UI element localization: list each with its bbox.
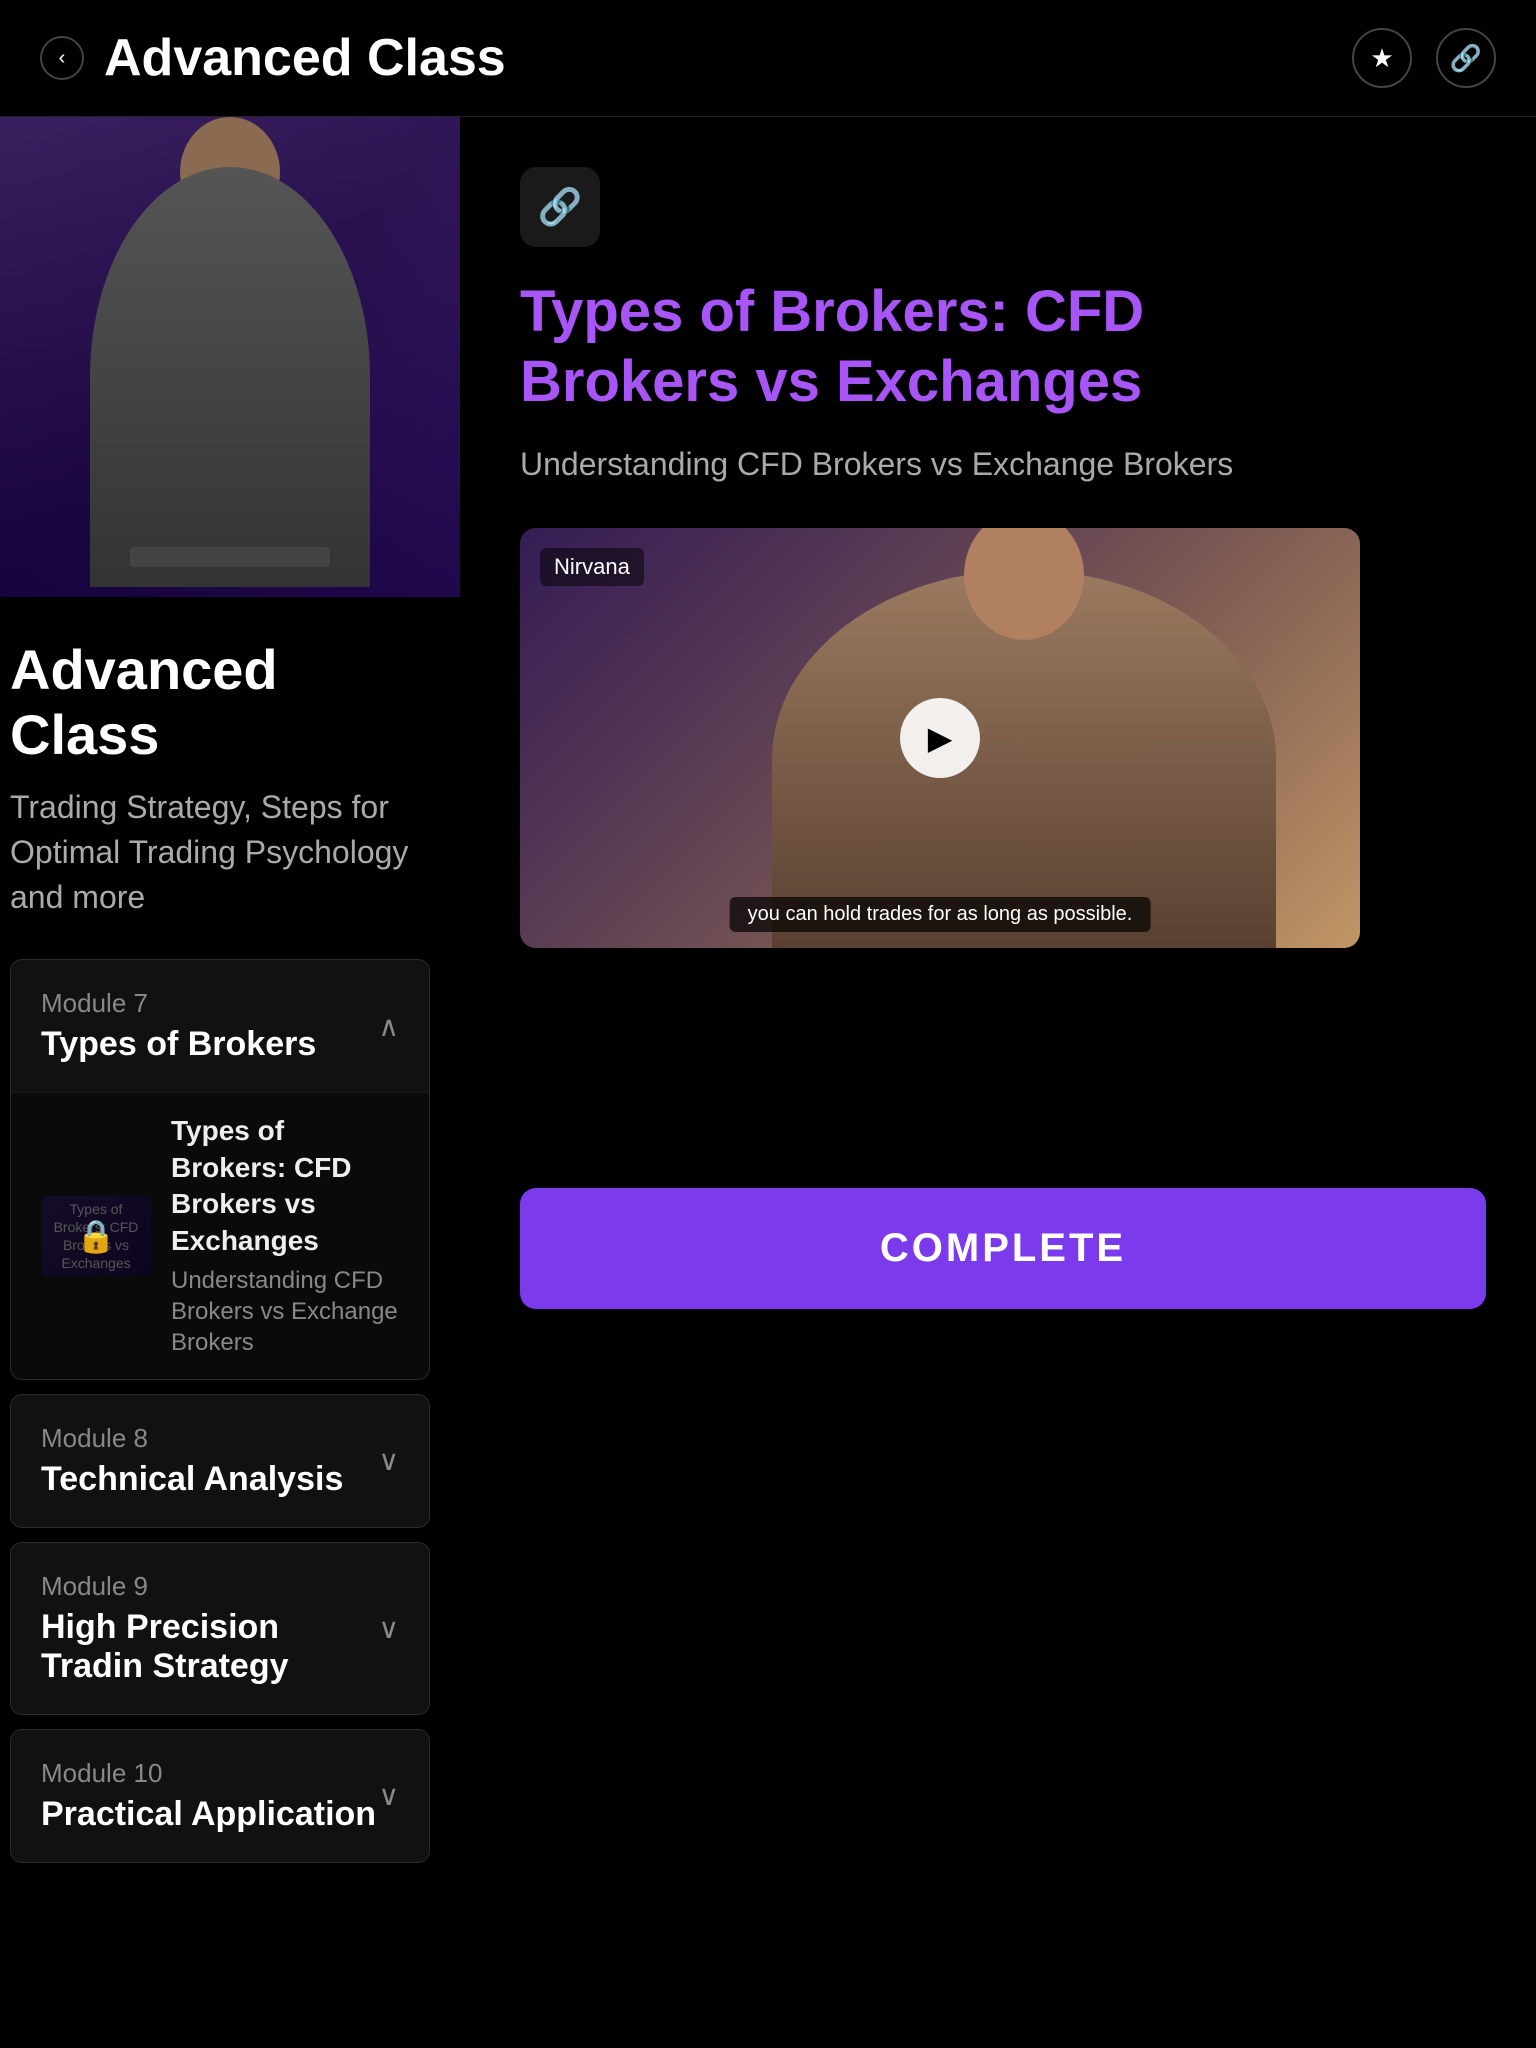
hero-person (0, 117, 460, 597)
play-icon: ▶ (928, 719, 953, 757)
back-button[interactable]: ‹ (40, 36, 84, 80)
star-icon: ★ (1370, 43, 1393, 74)
video-container[interactable]: Nirvana ▶ you can hold trades for as lon… (520, 528, 1360, 948)
video-caption: you can hold trades for as long as possi… (730, 897, 1151, 932)
module-7-number: Module 7 (41, 988, 316, 1019)
course-title: Advanced Class (10, 637, 430, 767)
module-10-number: Module 10 (41, 1758, 376, 1789)
module-7-name: Types of Brokers (41, 1025, 316, 1064)
module-8-number: Module 8 (41, 1423, 343, 1454)
lesson-main-title: Types of Brokers: CFD Brokers vs Exchang… (520, 277, 1486, 416)
video-thumbnail: Nirvana ▶ you can hold trades for as lon… (520, 528, 1360, 948)
module-9-header[interactable]: Module 9 High Precision Tradin Strategy … (11, 1543, 429, 1714)
module-10-name: Practical Application (41, 1795, 376, 1834)
module-8-name: Technical Analysis (41, 1460, 343, 1499)
module-7-content: Types of Brokers: CFD Brokers vs Exchang… (11, 1092, 429, 1378)
lesson-description: Understanding CFD Brokers vs Exchange Br… (171, 1265, 399, 1359)
complete-button-container: COMPLETE (520, 1188, 1486, 1309)
share-button[interactable]: 🔗 (1436, 28, 1496, 88)
main-layout: Advanced Class Trading Strategy, Steps f… (0, 117, 1536, 1907)
course-info: Advanced Class Trading Strategy, Steps f… (0, 597, 460, 1907)
course-subtitle: Trading Strategy, Steps for Optimal Trad… (10, 785, 430, 919)
lesson-info: Types of Brokers: CFD Brokers vs Exchang… (171, 1113, 399, 1358)
lock-overlay: 🔒 (41, 1196, 151, 1276)
module-9-name: High Precision Tradin Strategy (41, 1608, 379, 1686)
lesson-main-description: Understanding CFD Brokers vs Exchange Br… (520, 440, 1486, 488)
left-panel: Advanced Class Trading Strategy, Steps f… (0, 117, 460, 1907)
title-text-1: Types of Brokers: CFD (520, 279, 1144, 344)
chevron-down-icon-8: ∨ (379, 1444, 400, 1477)
module-item-9: Module 9 High Precision Tradin Strategy … (10, 1542, 430, 1715)
laptop-hint (130, 547, 330, 567)
lock-icon: 🔒 (76, 1217, 116, 1255)
star-button[interactable]: ★ (1352, 28, 1412, 88)
lesson-thumbnail: Types of Brokers: CFD Brokers vs Exchang… (41, 1196, 151, 1276)
play-button[interactable]: ▶ (900, 698, 980, 778)
channel-label: Nirvana (540, 548, 644, 586)
share-icon: 🔗 (1450, 43, 1482, 74)
module-9-info: Module 9 High Precision Tradin Strategy (41, 1571, 379, 1686)
header-left: ‹ Advanced Class (40, 28, 506, 88)
lesson-link-button[interactable]: 🔗 (520, 167, 600, 247)
header-title: Advanced Class (104, 28, 506, 88)
video-person-head (964, 528, 1084, 640)
link-icon: 🔗 (538, 186, 583, 228)
title-text-2: Brokers vs Exchanges (520, 349, 1142, 414)
module-item-7: Module 7 Types of Brokers ∧ Types of Bro… (10, 959, 430, 1379)
module-7-header[interactable]: Module 7 Types of Brokers ∧ (11, 960, 429, 1092)
chevron-up-icon: ∧ (379, 1010, 400, 1043)
module-item-8: Module 8 Technical Analysis ∨ (10, 1394, 430, 1528)
spacer (520, 948, 1486, 1148)
course-hero-image (0, 117, 460, 597)
header: ‹ Advanced Class ★ 🔗 (0, 0, 1536, 117)
module-9-number: Module 9 (41, 1571, 379, 1602)
complete-button[interactable]: COMPLETE (520, 1188, 1486, 1309)
list-item[interactable]: Types of Brokers: CFD Brokers vs Exchang… (11, 1092, 429, 1378)
module-8-info: Module 8 Technical Analysis (41, 1423, 343, 1499)
video-person (772, 570, 1276, 948)
module-item-10: Module 10 Practical Application ∨ (10, 1729, 430, 1863)
module-8-header[interactable]: Module 8 Technical Analysis ∨ (11, 1395, 429, 1527)
right-panel: 🔗 Types of Brokers: CFD Brokers vs Excha… (460, 117, 1536, 1359)
chevron-down-icon-10: ∨ (379, 1779, 400, 1812)
lesson-title: Types of Brokers: CFD Brokers vs Exchang… (171, 1113, 399, 1259)
back-icon: ‹ (59, 47, 66, 70)
person-body (90, 167, 370, 587)
module-7-info: Module 7 Types of Brokers (41, 988, 316, 1064)
chevron-down-icon-9: ∨ (379, 1612, 400, 1645)
module-10-header[interactable]: Module 10 Practical Application ∨ (11, 1730, 429, 1862)
module-10-info: Module 10 Practical Application (41, 1758, 376, 1834)
header-actions: ★ 🔗 (1352, 28, 1496, 88)
